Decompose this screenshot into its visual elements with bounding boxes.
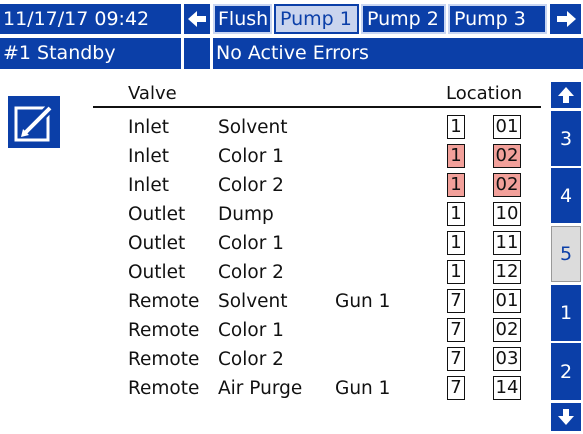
- page-button-1[interactable]: 1: [551, 285, 581, 341]
- table-row[interactable]: Remote Color 1 7 02: [0, 317, 583, 344]
- valve-type: Remote: [128, 320, 200, 341]
- valve-type: Remote: [128, 349, 200, 370]
- valve-material: Solvent: [218, 117, 288, 138]
- table-row[interactable]: Remote Air Purge Gun 1 7 14: [0, 375, 583, 402]
- valve-material: Solvent: [218, 291, 288, 312]
- valve-material: Color 2: [218, 349, 284, 370]
- valve-gun: Gun 1: [335, 291, 391, 312]
- location-module: 1: [447, 115, 465, 139]
- tab-pump-3[interactable]: Pump 3: [448, 4, 547, 34]
- location-module: 7: [447, 347, 465, 371]
- location-valve: 10: [493, 202, 521, 226]
- table-row[interactable]: Outlet Color 2 1 12: [0, 259, 583, 286]
- valve-material: Color 2: [218, 262, 284, 283]
- location-valve: 11: [493, 231, 521, 255]
- location-valve: 01: [493, 115, 521, 139]
- valve-type: Remote: [128, 291, 200, 312]
- error-status: No Active Errors: [213, 38, 583, 69]
- valve-material: Color 1: [218, 233, 284, 254]
- arrow-up-icon: [558, 87, 574, 103]
- location-valve: 02: [493, 318, 521, 342]
- table-row[interactable]: Remote Solvent Gun 1 7 01: [0, 288, 583, 315]
- location-valve: 01: [493, 289, 521, 313]
- scroll-up-button[interactable]: [551, 82, 581, 108]
- valve-type: Outlet: [128, 262, 186, 283]
- location-valve: 02: [493, 173, 521, 197]
- valve-type: Outlet: [128, 233, 186, 254]
- datetime-display: 11/17/17 09:42: [0, 4, 181, 34]
- valve-material: Air Purge: [218, 378, 303, 399]
- table-row[interactable]: Remote Color 2 7 03: [0, 346, 583, 373]
- valve-gun: Gun 1: [335, 378, 391, 399]
- valve-material: Color 1: [218, 146, 284, 167]
- column-header-valve: Valve: [128, 83, 177, 104]
- page-button-3[interactable]: 3: [551, 111, 581, 166]
- valve-material: Dump: [218, 204, 274, 225]
- valve-material: Color 1: [218, 320, 284, 341]
- scroll-down-button[interactable]: [551, 403, 581, 431]
- location-module: 7: [447, 289, 465, 313]
- nav-left-button[interactable]: [184, 4, 210, 34]
- table-row[interactable]: Outlet Dump 1 10: [0, 201, 583, 228]
- location-valve: 12: [493, 260, 521, 284]
- page-button-4[interactable]: 4: [551, 168, 581, 223]
- location-module: 7: [447, 376, 465, 400]
- table-row[interactable]: Inlet Color 2 1 02: [0, 172, 583, 199]
- location-valve: 14: [493, 376, 521, 400]
- arrow-left-icon: [188, 11, 206, 27]
- valve-type: Inlet: [128, 146, 169, 167]
- pump-status: #1 Standby: [0, 38, 181, 69]
- location-module: 1: [447, 202, 465, 226]
- location-module: 7: [447, 318, 465, 342]
- page-button-5[interactable]: 5: [551, 226, 581, 282]
- header-divider: [93, 106, 541, 108]
- arrow-down-icon: [558, 409, 574, 425]
- table-row[interactable]: Outlet Color 1 1 11: [0, 230, 583, 257]
- column-header-location: Location: [446, 83, 523, 104]
- page-button-2[interactable]: 2: [551, 343, 581, 400]
- location-valve: 02: [493, 144, 521, 168]
- tab-pump-1[interactable]: Pump 1: [274, 4, 359, 34]
- location-valve: 03: [493, 347, 521, 371]
- table-row[interactable]: Inlet Color 1 1 02: [0, 143, 583, 170]
- valve-type: Outlet: [128, 204, 186, 225]
- location-module: 1: [447, 231, 465, 255]
- tab-pump-2[interactable]: Pump 2: [361, 4, 446, 34]
- valve-type: Inlet: [128, 175, 169, 196]
- tab-flush[interactable]: Flush: [213, 4, 272, 34]
- status-spacer: [184, 38, 210, 69]
- valve-type: Remote: [128, 378, 200, 399]
- location-module: 1: [447, 173, 465, 197]
- location-module: 1: [447, 260, 465, 284]
- arrow-right-icon: [557, 11, 576, 27]
- nav-right-button[interactable]: [550, 4, 581, 34]
- table-row[interactable]: Inlet Solvent 1 01: [0, 114, 583, 141]
- valve-type: Inlet: [128, 117, 169, 138]
- valve-material: Color 2: [218, 175, 284, 196]
- location-module: 1: [447, 144, 465, 168]
